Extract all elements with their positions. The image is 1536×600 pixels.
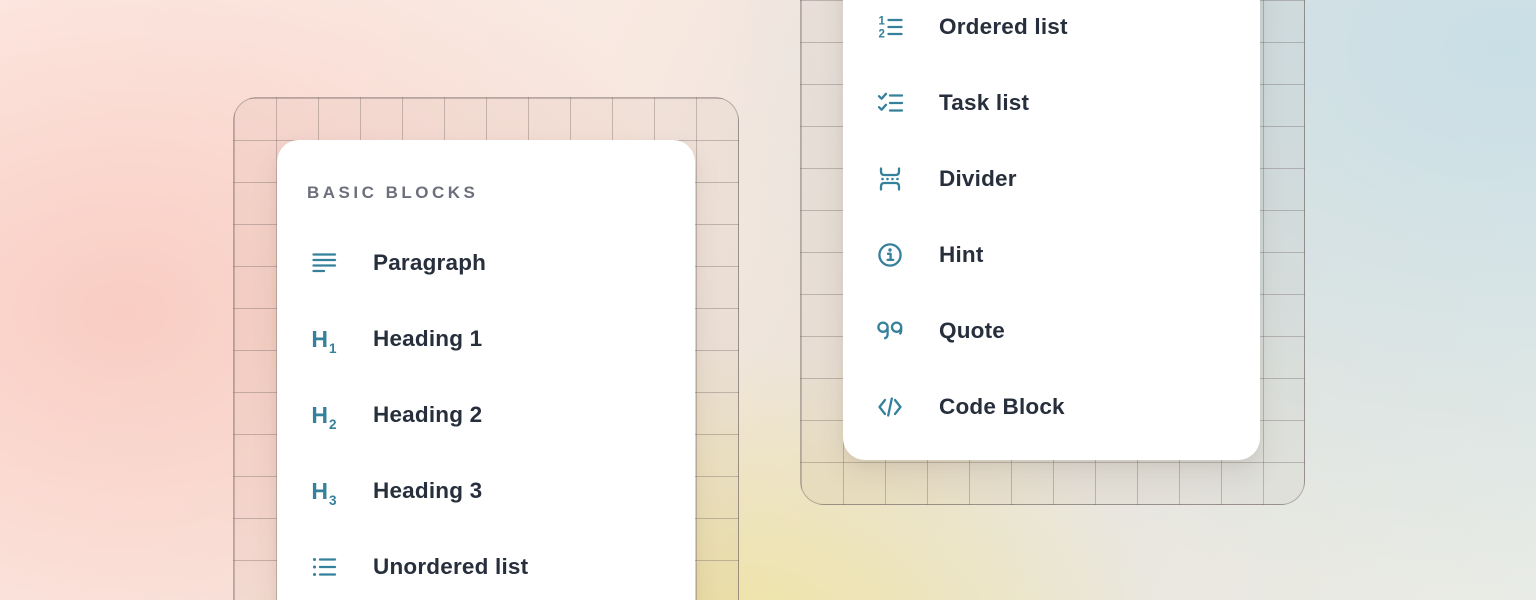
menu-item-paragraph[interactable]: Paragraph xyxy=(307,225,665,301)
section-label: BASIC BLOCKS xyxy=(307,173,665,213)
menu-item-label: Hint xyxy=(939,242,984,268)
menu-item-code-block[interactable]: Code Block xyxy=(873,369,1230,445)
hint-icon xyxy=(873,238,907,272)
ordered-list-icon: 1 2 xyxy=(873,10,907,44)
menu-item-label: Unordered list xyxy=(373,554,528,580)
blocks-menu-continued: 1 2 Ordered list xyxy=(843,0,1260,460)
menu-item-heading-2[interactable]: H 2 Heading 2 xyxy=(307,377,665,453)
unordered-list-icon xyxy=(307,550,341,584)
menu-item-ordered-list[interactable]: 1 2 Ordered list xyxy=(873,0,1230,65)
menu-item-label: Heading 2 xyxy=(373,402,482,428)
basic-blocks-menu: BASIC BLOCKS Paragraph H 1 xyxy=(277,140,695,600)
menu-item-label: Task list xyxy=(939,90,1029,116)
menu-item-heading-1[interactable]: H 1 Heading 1 xyxy=(307,301,665,377)
menu-item-quote[interactable]: Quote xyxy=(873,293,1230,369)
quote-icon xyxy=(873,314,907,348)
heading-3-icon: H 3 xyxy=(307,474,341,508)
paragraph-icon xyxy=(307,246,341,280)
menu-list: Paragraph H 1 Heading 1 H 2 Heading 2 H xyxy=(307,225,665,600)
menu-item-heading-3[interactable]: H 3 Heading 3 xyxy=(307,453,665,529)
menu-item-label: Divider xyxy=(939,166,1017,192)
hero-background: BASIC BLOCKS Paragraph H 1 xyxy=(0,0,1536,600)
menu-item-label: Ordered list xyxy=(939,14,1068,40)
menu-item-label: Code Block xyxy=(939,394,1065,420)
menu-item-divider[interactable]: Divider xyxy=(873,141,1230,217)
menu-item-label: Quote xyxy=(939,318,1005,344)
menu-item-label: Heading 3 xyxy=(373,478,482,504)
heading-2-icon: H 2 xyxy=(307,398,341,432)
heading-1-icon: H 1 xyxy=(307,322,341,356)
menu-item-hint[interactable]: Hint xyxy=(873,217,1230,293)
code-block-icon xyxy=(873,390,907,424)
menu-item-unordered-list[interactable]: Unordered list xyxy=(307,529,665,600)
menu-list: 1 2 Ordered list xyxy=(873,0,1230,445)
menu-item-label: Heading 1 xyxy=(373,326,482,352)
svg-text:1: 1 xyxy=(879,16,886,28)
svg-text:2: 2 xyxy=(879,29,885,41)
task-list-icon xyxy=(873,86,907,120)
menu-item-label: Paragraph xyxy=(373,250,486,276)
divider-icon xyxy=(873,162,907,196)
menu-item-task-list[interactable]: Task list xyxy=(873,65,1230,141)
